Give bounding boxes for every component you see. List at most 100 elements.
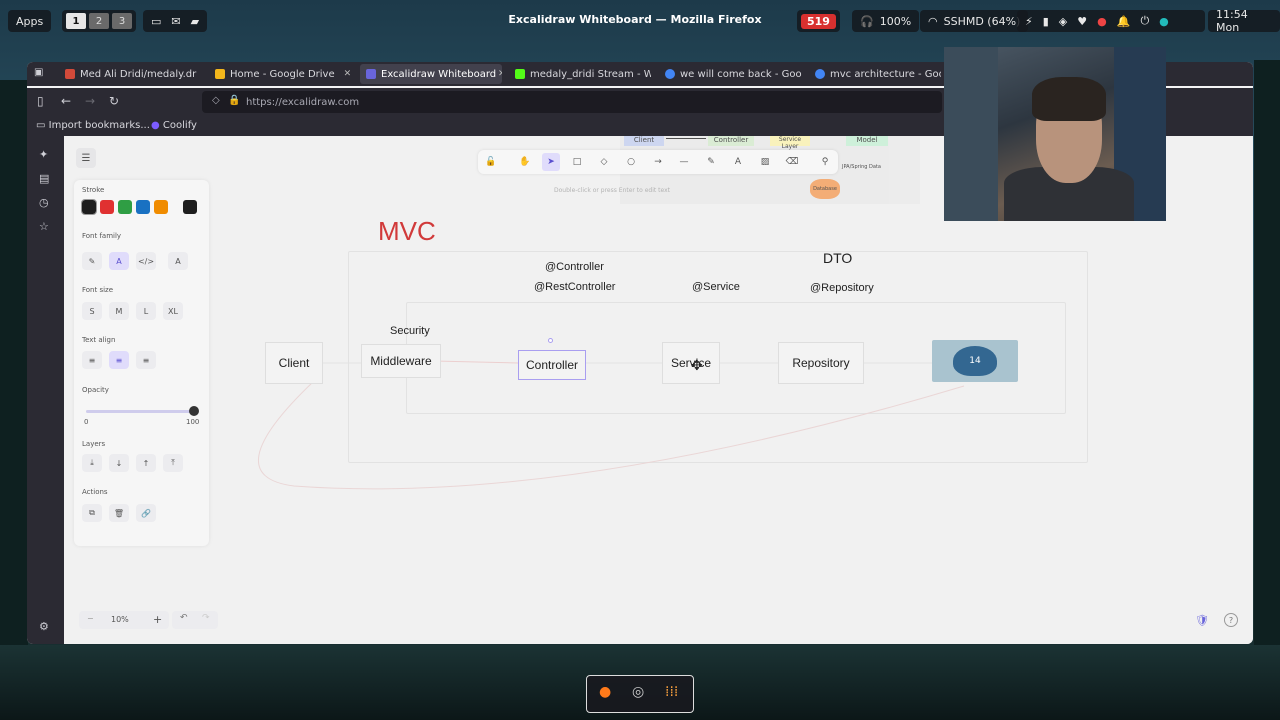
volume-value: 100%: [879, 14, 912, 28]
clock-label: 11:54 Mon: [1216, 8, 1248, 34]
ai-chat-icon[interactable]: ✦: [39, 148, 48, 161]
bookmark-coolify[interactable]: ● Coolify: [151, 120, 197, 131]
zoom-out-icon[interactable]: −: [87, 614, 94, 623]
sidebar-toggle-icon[interactable]: ▯: [37, 94, 44, 108]
connector-middleware-controller: [433, 360, 519, 364]
security-label[interactable]: Security: [390, 325, 430, 337]
redo-icon[interactable]: ↷: [202, 613, 210, 623]
launcher-icons: ▭ ✉ ▰: [143, 10, 208, 32]
firefox-icon[interactable]: ●: [599, 684, 611, 700]
chrome-icon[interactable]: ◎: [632, 684, 644, 700]
url-text: https://excalidraw.com: [246, 96, 360, 108]
gitlab-icon: [65, 69, 75, 79]
tab-label: Home - Google Drive: [230, 68, 335, 80]
lock-icon: 🔒: [228, 95, 241, 106]
workspace-2[interactable]: 2: [89, 13, 109, 29]
history-icon[interactable]: ◷: [39, 196, 49, 209]
shield-check-icon[interactable]: 🛡: [1195, 614, 1209, 627]
google-icon: [665, 69, 675, 79]
power-icon[interactable]: ⏻: [1140, 14, 1149, 28]
volume-indicator[interactable]: 🎧 100%: [852, 10, 920, 32]
kick-icon: [515, 69, 525, 79]
drive-icon: [215, 69, 225, 79]
tab-label: we will come back - Goo: [680, 68, 802, 80]
coolify-icon: ●: [151, 120, 160, 131]
connector-curve-back: [257, 380, 965, 490]
repository-annotation[interactable]: @Repository: [810, 282, 874, 294]
apps-button[interactable]: Apps: [8, 10, 52, 32]
shield-icon[interactable]: ◇: [212, 95, 220, 106]
bars-icon[interactable]: ▮: [1043, 15, 1049, 28]
zoom-in-icon[interactable]: +: [153, 613, 162, 626]
terminal-icon[interactable]: ▭: [151, 15, 161, 28]
bookmark-label: Import bookmarks...: [48, 120, 150, 131]
tray-icons: ⚡ ▮ ◈ ♥ ● 🔔 ⏻ ●: [1017, 10, 1205, 32]
middleware-node[interactable]: Middleware: [361, 344, 441, 378]
folder-icon[interactable]: ▰: [191, 15, 199, 28]
url-bar[interactable]: ◇ 🔒 https://excalidraw.com: [202, 91, 942, 113]
bookmark-label: Coolify: [162, 120, 197, 131]
tab-label: Excalidraw Whiteboard: [381, 68, 497, 80]
wallpaper-tree-right: [1254, 60, 1280, 720]
workspace-1[interactable]: 1: [66, 13, 86, 29]
tab-overview-icon[interactable]: ▣: [34, 67, 43, 78]
rotate-handle[interactable]: [548, 338, 553, 343]
firefox-sidebar: ✦ ▤ ◷ ☆ ⚙: [27, 136, 64, 644]
bell-icon[interactable]: 🔔: [1117, 15, 1131, 28]
zoom-level[interactable]: 10%: [111, 615, 129, 624]
undo-icon[interactable]: ↶: [180, 613, 188, 623]
tab-google-drive[interactable]: Home - Google Drive ✕: [209, 64, 354, 84]
postgresql-image[interactable]: 14: [932, 340, 1018, 382]
system-top-bar: Apps 1 2 3 ▭ ✉ ▰ Excalidraw Whiteboard —…: [0, 0, 1280, 40]
reload-icon[interactable]: ↻: [109, 94, 119, 108]
move-cursor-icon: ✥: [691, 358, 703, 374]
clock[interactable]: 11:54 Mon: [1208, 8, 1280, 34]
controller-annotation[interactable]: @Controller: [545, 261, 604, 273]
mail-icon[interactable]: ✉: [171, 15, 180, 28]
tab-google-search-2[interactable]: mvc architecture - Goog: [809, 64, 941, 84]
restcontroller-annotation[interactable]: @RestController: [534, 281, 615, 293]
google-icon: [815, 69, 825, 79]
tab-google-search-1[interactable]: we will come back - Goo ✕: [659, 64, 805, 84]
controller-node[interactable]: Controller: [518, 350, 586, 380]
webcam-person-hair: [1032, 77, 1106, 121]
client-node[interactable]: Client: [265, 342, 323, 384]
back-icon[interactable]: ←: [61, 94, 71, 108]
repository-node[interactable]: Repository: [778, 342, 864, 384]
workspace-3[interactable]: 3: [112, 13, 132, 29]
bolt-icon[interactable]: ⚡: [1025, 15, 1033, 28]
chrome-icon[interactable]: ●: [1097, 15, 1107, 28]
tab-kick-stream[interactable]: medaly_dridi Stream - W ✕: [509, 64, 651, 84]
close-icon[interactable]: ✕: [498, 69, 502, 79]
notification-badge[interactable]: 519: [797, 10, 840, 32]
app-grid-icon[interactable]: ⁞⁞⁞: [665, 684, 678, 700]
postgresql-elephant-icon: 14: [953, 346, 997, 376]
bookmarks-icon[interactable]: ☆: [39, 220, 49, 233]
tab-excalidraw[interactable]: Excalidraw Whiteboard ✕: [360, 64, 502, 84]
tab-label: Med Ali Dridi/medaly.dr: [80, 68, 197, 80]
help-icon[interactable]: ?: [1224, 613, 1238, 627]
workspace-switcher: 1 2 3: [62, 10, 136, 32]
heart-icon[interactable]: ♥: [1077, 15, 1087, 28]
bookmark-import[interactable]: ▭ Import bookmarks...: [36, 120, 150, 131]
tab-medaly[interactable]: Med Ali Dridi/medaly.dr ✕: [59, 64, 199, 84]
webcam-background-shelf: [944, 47, 998, 221]
tab-label: mvc architecture - Goog: [830, 68, 941, 80]
settings-icon[interactable]: ⚙: [39, 620, 49, 633]
headphones-icon: 🎧: [860, 14, 874, 28]
forward-icon[interactable]: →: [85, 94, 95, 108]
service-annotation[interactable]: @Service: [692, 281, 740, 293]
window-title: Excalidraw Whiteboard — Mozilla Firefox: [508, 13, 762, 26]
wallpaper-tree-left: [0, 80, 28, 720]
wifi-indicator[interactable]: ◠ SSHMD (64%): [920, 10, 1029, 32]
zoom-controls: − 10% +: [79, 611, 169, 629]
dto-label[interactable]: DTO: [823, 250, 852, 266]
wifi-label: SSHMD (64%): [943, 14, 1021, 28]
layers-icon[interactable]: ◈: [1059, 15, 1067, 28]
app-icon[interactable]: ●: [1159, 15, 1169, 28]
wifi-icon: ◠: [928, 14, 938, 28]
close-icon[interactable]: ✕: [344, 69, 352, 79]
notification-count: 519: [801, 13, 836, 29]
synced-tabs-icon[interactable]: ▤: [39, 172, 49, 185]
webcam-overlay: [944, 47, 1166, 221]
